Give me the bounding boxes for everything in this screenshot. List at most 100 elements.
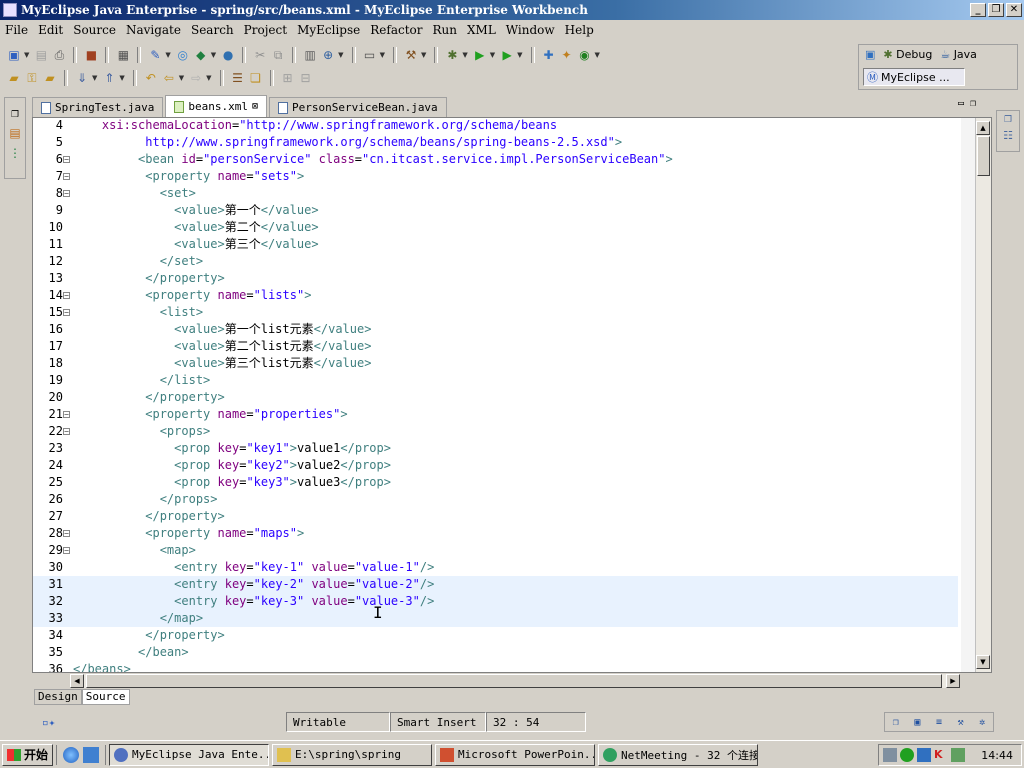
settings-icon[interactable]: ✲ (979, 717, 985, 728)
box-icon[interactable]: ■ (83, 47, 99, 63)
code-line[interactable]: 23 <prop key="key1">value1</prop> (33, 440, 958, 457)
console-icon[interactable]: ▣ (914, 717, 920, 728)
outline-icon[interactable]: ☰ (230, 70, 246, 86)
new-project-icon[interactable]: ✚ (541, 47, 557, 63)
code-line[interactable]: 7− <property name="sets"> (33, 168, 958, 185)
tab-personservicebean[interactable]: PersonServiceBean.java (268, 97, 447, 117)
search-icon[interactable]: ⊕ (320, 47, 336, 63)
dropdown-arrow-icon[interactable]: ▼ (24, 51, 29, 59)
code-line[interactable]: 14− <property name="lists"> (33, 287, 958, 304)
window-icon[interactable]: ▭ (362, 47, 378, 63)
fold-toggle-icon[interactable]: − (63, 547, 70, 555)
print-icon[interactable]: ⎙ (51, 47, 67, 63)
code-line[interactable]: 9 <value>第一个</value> (33, 202, 958, 219)
fold-toggle-icon[interactable]: − (63, 530, 70, 538)
browser-icon[interactable]: ◎ (175, 47, 191, 63)
tab-beans-xml[interactable]: beans.xml ⊠ (165, 95, 267, 117)
menu-refactor[interactable]: Refactor (365, 23, 427, 37)
scroll-up-icon[interactable]: ▲ (976, 121, 990, 135)
dropdown-arrow-icon[interactable]: ▼ (165, 51, 170, 59)
outlook-icon[interactable] (83, 746, 100, 763)
taskbar-button-powerpoint[interactable]: Microsoft PowerPoin... (435, 743, 596, 766)
menu-xml[interactable]: XML (462, 23, 501, 37)
format-icon[interactable]: ❏ (248, 70, 264, 86)
internet-explorer-icon[interactable] (63, 746, 80, 763)
table-icon[interactable]: ▥ (302, 47, 318, 63)
scroll-thumb[interactable] (86, 674, 942, 688)
dropdown-arrow-icon[interactable]: ▼ (595, 51, 600, 59)
horizontal-scrollbar[interactable]: ◀ ▶ (70, 674, 960, 688)
code-line[interactable]: 32 <entry key="key-3" value="value-3"/> (33, 593, 958, 610)
close-icon[interactable]: ⊠ (252, 101, 258, 112)
taskbar-button-explorer[interactable]: E:\spring\spring (272, 743, 433, 766)
menu-myeclipse[interactable]: MyEclipse (292, 23, 365, 37)
hierarchy-icon[interactable]: ⋮ (9, 146, 21, 160)
restore-icon[interactable]: ❐ (893, 717, 899, 728)
globe-icon[interactable]: ● (220, 47, 236, 63)
code-line[interactable]: 30 <entry key="key-1" value="value-1"/> (33, 559, 958, 576)
record-icon[interactable] (900, 748, 914, 762)
menu-source[interactable]: Source (68, 23, 121, 37)
code-line[interactable]: 22− <props> (33, 423, 958, 440)
start-button[interactable]: 开始 (2, 743, 54, 766)
tools-icon[interactable]: ⚒ (403, 47, 419, 63)
dropdown-arrow-icon[interactable]: ▼ (119, 74, 124, 82)
tools-icon[interactable]: ⚒ (958, 717, 964, 728)
code-line[interactable]: 20 </property> (33, 389, 958, 406)
network-icon[interactable] (883, 748, 897, 762)
restore-icon[interactable]: ❐ (11, 110, 19, 120)
cut-icon[interactable]: ✂ (252, 47, 268, 63)
fold-toggle-icon[interactable]: − (63, 156, 70, 164)
tray-app-icon[interactable] (951, 748, 965, 762)
minimize-button[interactable]: _ (970, 3, 986, 17)
code-line[interactable]: 31 <entry key="key-2" value="value-2"/> (33, 576, 958, 593)
dropdown-arrow-icon[interactable]: ▼ (338, 51, 343, 59)
fold-toggle-icon[interactable]: − (63, 173, 70, 181)
code-line[interactable]: 34 </property> (33, 627, 958, 644)
progress-icon[interactable]: ≡ (936, 717, 942, 728)
tab-source[interactable]: Source (81, 689, 130, 705)
code-line[interactable]: 24 <prop key="key2">value2</prop> (33, 457, 958, 474)
close-button[interactable]: ✕ (1006, 3, 1022, 17)
outline-view-icon[interactable]: ☷ (1003, 129, 1013, 142)
restore-button[interactable]: ❐ (988, 3, 1004, 17)
restore-icon[interactable]: ❐ (1004, 115, 1012, 125)
scroll-left-icon[interactable]: ◀ (70, 674, 84, 688)
menu-edit[interactable]: Edit (33, 23, 68, 37)
code-line[interactable]: 19 </list> (33, 372, 958, 389)
last-edit-icon[interactable]: ↶ (143, 70, 159, 86)
code-line[interactable]: 5 http://www.springframework.org/schema/… (33, 134, 958, 151)
code-line[interactable]: 33 </map> (33, 610, 958, 627)
menu-run[interactable]: Run (427, 23, 462, 37)
new-class-icon[interactable]: ◉ (577, 47, 593, 63)
scroll-thumb[interactable] (977, 136, 990, 176)
new-icon[interactable]: ▣ (6, 47, 22, 63)
vertical-scrollbar[interactable]: ▲ ▼ (975, 118, 991, 672)
key-icon[interactable]: ⚿ (24, 70, 40, 86)
kingsoft-icon[interactable]: K (934, 748, 948, 762)
fold-toggle-icon[interactable]: − (63, 292, 70, 300)
next-annotation-icon[interactable]: ⇓ (74, 70, 90, 86)
external-tools-icon[interactable]: ▶ (499, 47, 515, 63)
deploy-icon[interactable]: ✎ (147, 47, 163, 63)
collapse-icon[interactable]: ⊟ (298, 70, 314, 86)
minimize-maximize-icon[interactable]: ▭❐ (958, 98, 982, 109)
dropdown-arrow-icon[interactable]: ▼ (421, 51, 426, 59)
scroll-down-icon[interactable]: ▼ (976, 655, 990, 669)
code-line[interactable]: 6− <bean id="personService" class="cn.it… (33, 151, 958, 168)
tab-springtest[interactable]: SpringTest.java (32, 97, 164, 117)
debug-icon[interactable]: ✱ (444, 47, 460, 63)
code-line[interactable]: 35 </bean> (33, 644, 958, 661)
code-line[interactable]: 17 <value>第二个list元素</value> (33, 338, 958, 355)
new-package-icon[interactable]: ✦ (559, 47, 575, 63)
code-line[interactable]: 21− <property name="properties"> (33, 406, 958, 423)
code-line[interactable]: 15− <list> (33, 304, 958, 321)
netmeeting-tray-icon[interactable] (917, 748, 931, 762)
menu-project[interactable]: Project (239, 23, 292, 37)
myeclipse-perspective[interactable]: Ⓜ MyEclipse ... (863, 68, 965, 86)
open-perspective-icon[interactable]: ▣ (865, 48, 875, 61)
menu-search[interactable]: Search (186, 23, 239, 37)
folder-icon[interactable]: ▰ (42, 70, 58, 86)
code-line[interactable]: 10 <value>第二个</value> (33, 219, 958, 236)
dropdown-arrow-icon[interactable]: ▼ (380, 51, 385, 59)
